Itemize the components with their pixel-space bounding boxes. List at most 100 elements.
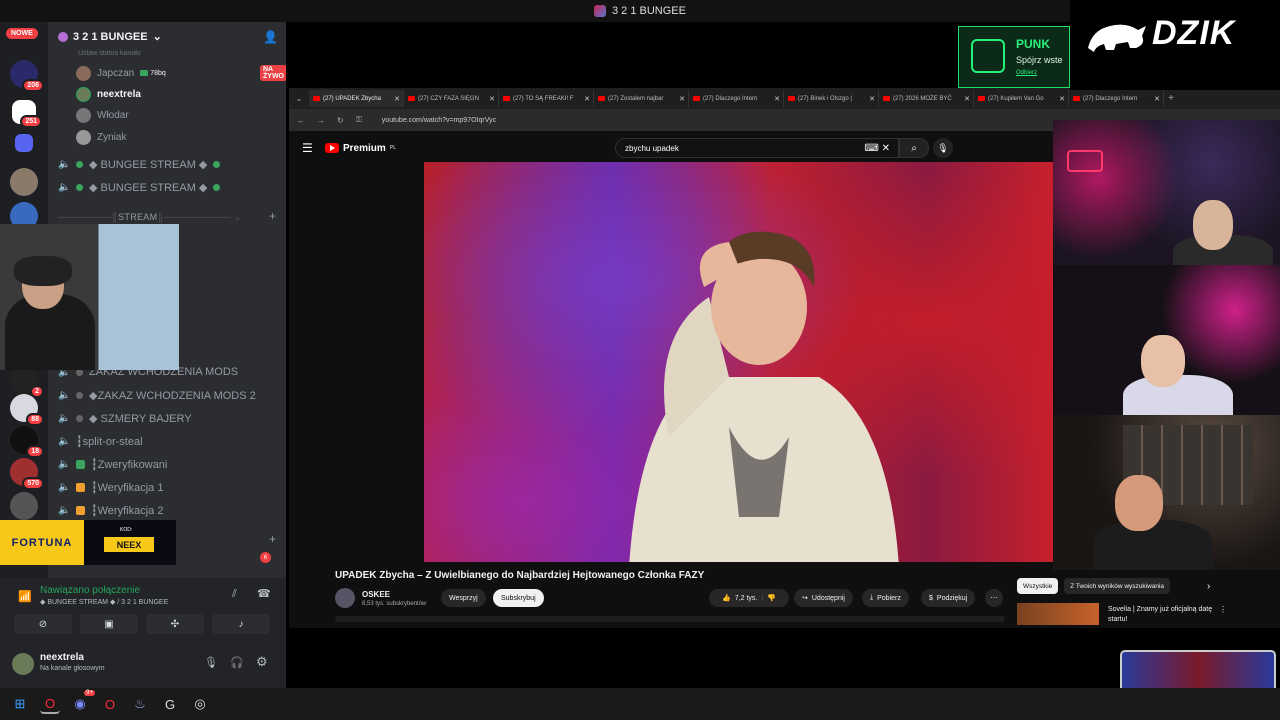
- add-member-icon[interactable]: 👤: [263, 30, 278, 44]
- voice-user[interactable]: neextrela: [76, 85, 141, 103]
- gear-icon[interactable]: ⚙: [256, 654, 268, 670]
- close-icon[interactable]: ✕: [584, 95, 590, 103]
- voice-channel[interactable]: 🔈 ┇Zweryfikowani: [58, 454, 167, 474]
- chip-from-search[interactable]: Z Twoich wyników wyszukiwania: [1064, 578, 1171, 594]
- url-field[interactable]: youtube.com/watch?v=mp97OIqrVyc: [382, 117, 496, 124]
- logitech-icon[interactable]: G: [160, 694, 180, 714]
- forward-icon[interactable]: →: [317, 116, 325, 125]
- server-icon-9[interactable]: [10, 492, 38, 520]
- voice-channel[interactable]: 🔈 ┇Weryfikacja 1: [58, 477, 163, 497]
- chip-all[interactable]: Wszystkie: [1017, 578, 1059, 594]
- close-icon[interactable]: ✕: [1059, 95, 1065, 103]
- camera-off-button[interactable]: ⊘: [14, 614, 72, 634]
- support-button[interactable]: Wesprzyj: [441, 589, 486, 607]
- server-icon-5[interactable]: 2: [10, 366, 44, 398]
- tab-title: (27) CZY FAZA SIĘGN: [418, 95, 479, 102]
- category-stream[interactable]: ────────║STREAM║────────── ⌄: [58, 212, 242, 223]
- server-icon-1[interactable]: 206: [10, 60, 44, 92]
- site-info-icon[interactable]: ⚿: [356, 115, 362, 125]
- mic-icon[interactable]: 🎙: [204, 656, 218, 669]
- close-icon[interactable]: ✕: [1154, 95, 1160, 103]
- voice-channel[interactable]: 🔈 ◆ZAKAZ WCHODZENIA MODS 2: [58, 385, 256, 405]
- screen-share-button[interactable]: ▣: [80, 614, 138, 634]
- tab[interactable]: (27) Kupiłem Van Go ✕: [974, 90, 1069, 107]
- back-icon[interactable]: ←: [297, 116, 305, 125]
- voice-user[interactable]: Japczan 78bq NA ŻYWO: [76, 64, 286, 82]
- folder-icon[interactable]: [15, 134, 33, 152]
- menu-icon[interactable]: ☰: [302, 141, 313, 155]
- add-channel-icon[interactable]: +: [269, 532, 276, 546]
- share-button[interactable]: ↪ Udostępnij: [794, 589, 853, 607]
- voice-user[interactable]: Włodar: [76, 106, 129, 124]
- sponsor-link[interactable]: Odbierz: [1016, 70, 1037, 76]
- new-tab-icon[interactable]: +: [1164, 93, 1178, 104]
- close-icon[interactable]: ✕: [869, 95, 875, 103]
- more-icon[interactable]: ⋮: [1219, 605, 1227, 614]
- subscribe-button[interactable]: Subskrybuj: [493, 589, 544, 607]
- voice-channel[interactable]: 🔈 ◆ BUNGEE STREAM ◆: [58, 177, 221, 197]
- close-icon[interactable]: ✕: [489, 95, 495, 103]
- thanks-button[interactable]: $ Podziękuj: [921, 589, 976, 607]
- activities-button[interactable]: ✣: [146, 614, 204, 634]
- add-channel-icon[interactable]: +: [269, 209, 276, 223]
- soundboard-button[interactable]: ♪: [212, 614, 270, 634]
- description-box[interactable]: [335, 616, 1005, 622]
- tab[interactable]: (27) CZY FAZA SIĘGN ✕: [404, 90, 499, 107]
- thumbs-down-icon[interactable]: 👎: [767, 594, 776, 602]
- clear-icon[interactable]: ⌨ ✕: [864, 143, 890, 154]
- voice-status[interactable]: Nawiązano połączenie: [40, 585, 140, 596]
- tab[interactable]: (27) Dlaczego Intern ✕: [689, 90, 784, 107]
- like-dislike-group[interactable]: 👍 7,2 tys. | 👎: [709, 589, 789, 607]
- thumbs-up-icon[interactable]: 👍: [722, 594, 731, 602]
- channel-status-hint[interactable]: Ustaw status kanału: [78, 50, 141, 57]
- tab-list-icon[interactable]: ⌄: [289, 94, 309, 103]
- video-thumbnail[interactable]: [1017, 603, 1099, 625]
- close-icon[interactable]: ✕: [679, 95, 685, 103]
- search-button[interactable]: ⌕: [899, 138, 929, 158]
- voice-channel[interactable]: 🔈 ◆ BUNGEE STREAM ◆: [58, 154, 221, 174]
- channel-avatar[interactable]: [335, 588, 355, 608]
- server-icon-2[interactable]: 251: [12, 100, 42, 128]
- server-icon-3[interactable]: [10, 168, 38, 196]
- recommended-video[interactable]: Sovelia | Znamy już oficjalną datę start…: [1017, 603, 1277, 625]
- voice-channel[interactable]: 🔈 ◆ SZMERY BAJERY: [58, 408, 192, 428]
- channel-name[interactable]: OSKEE: [362, 590, 390, 599]
- tab[interactable]: (27) Zostałem najbar ✕: [594, 90, 689, 107]
- tab[interactable]: (27) Dlaczego Intern ✕: [1069, 90, 1164, 107]
- chevron-right-icon[interactable]: ›: [1207, 581, 1210, 592]
- opera-gx-icon[interactable]: O: [40, 694, 60, 714]
- video-player[interactable]: [424, 162, 1054, 562]
- noise-suppression-icon[interactable]: ⫽: [232, 588, 237, 601]
- voice-channel[interactable]: 🔈 ┇Weryfikacja 2: [58, 500, 163, 520]
- signal-icon[interactable]: 📶: [18, 590, 32, 603]
- close-icon[interactable]: ✕: [394, 95, 400, 103]
- tab[interactable]: (27) 2026 MOŻE BYĆ ✕: [879, 90, 974, 107]
- reload-icon[interactable]: ↻: [337, 116, 344, 125]
- tab[interactable]: (27) Binek i Olszgo | ✕: [784, 90, 879, 107]
- headphones-icon[interactable]: 🎧: [230, 656, 244, 669]
- voice-search-button[interactable]: 🎙: [933, 138, 953, 158]
- avatar[interactable]: [12, 653, 34, 675]
- user-name[interactable]: neextrela: [40, 652, 84, 663]
- obs-icon[interactable]: ◎: [190, 694, 210, 714]
- close-icon[interactable]: ✕: [774, 95, 780, 103]
- tab[interactable]: (27) TO SĄ FREAKI! F ✕: [499, 90, 594, 107]
- tab[interactable]: (27) UPADEK Zbycha ✕: [309, 90, 404, 107]
- steam-icon[interactable]: ♨: [130, 694, 150, 714]
- server-icon-8[interactable]: 570: [10, 458, 44, 490]
- download-button[interactable]: ⤓ Pobierz: [862, 589, 909, 607]
- voice-user[interactable]: Zyniak: [76, 128, 126, 146]
- windows-start-icon[interactable]: ⊞: [10, 694, 30, 714]
- opera-icon[interactable]: O: [100, 694, 120, 714]
- youtube-logo[interactable]: Premium PL: [325, 143, 396, 154]
- discord-icon[interactable]: ◉ 9+: [70, 690, 95, 714]
- server-icon-6[interactable]: 88: [10, 394, 44, 426]
- more-actions-button[interactable]: ⋯: [985, 589, 1003, 607]
- server-icon-7[interactable]: 18: [10, 426, 44, 458]
- server-name-header[interactable]: 3 2 1 BUNGEE ⌄: [58, 30, 162, 43]
- close-icon[interactable]: ✕: [964, 95, 970, 103]
- voice-channel[interactable]: 🔈 ┇split-or-steal: [58, 431, 143, 451]
- search-input[interactable]: zbychu upadek ⌨ ✕: [615, 138, 899, 158]
- recommended-title[interactable]: Sovelia | Znamy już oficjalną datę start…: [1108, 605, 1228, 625]
- disconnect-icon[interactable]: ☎: [257, 587, 271, 600]
